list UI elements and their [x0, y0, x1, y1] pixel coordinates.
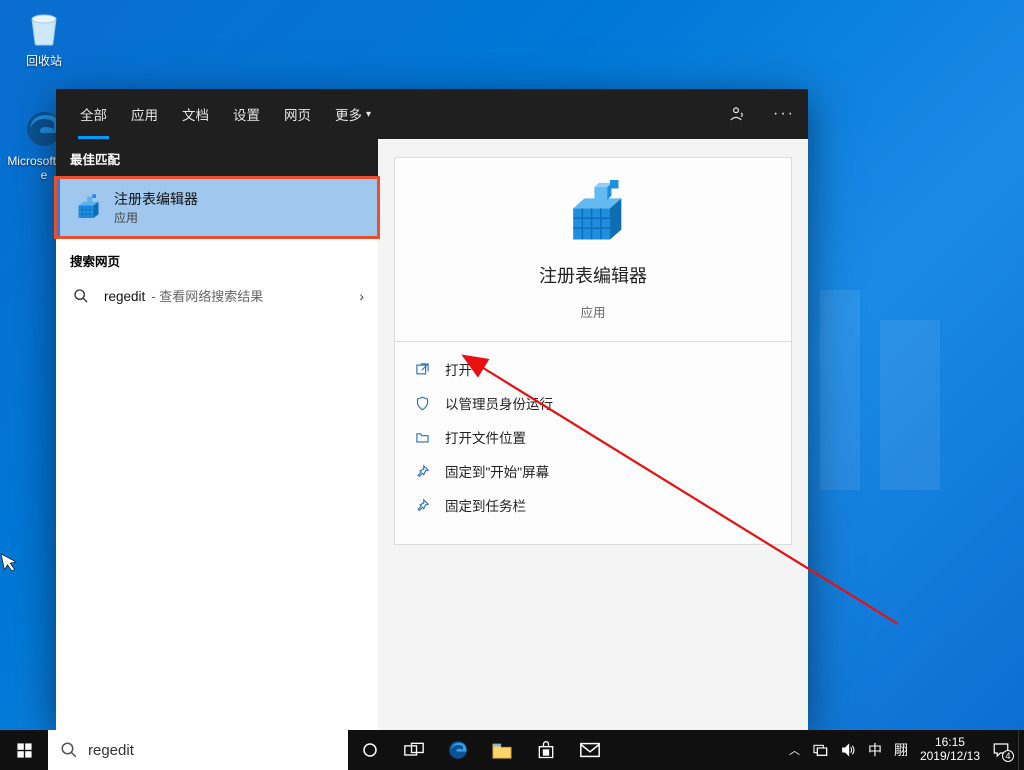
best-match-label: 最佳匹配: [56, 139, 378, 178]
search-web-label: 搜索网页: [56, 237, 378, 278]
cortana-button[interactable]: [348, 730, 392, 770]
mouse-cursor-icon: [0, 549, 22, 574]
search-icon: [70, 288, 92, 304]
pin-icon: [413, 498, 431, 513]
clock-time: 16:15: [935, 736, 965, 750]
feedback-icon[interactable]: [712, 89, 760, 139]
more-options-icon[interactable]: ···: [760, 89, 808, 139]
best-match-subtitle: 应用: [114, 209, 198, 226]
best-match-item[interactable]: 注册表编辑器 应用: [56, 178, 378, 237]
web-search-term: regedit: [104, 289, 145, 304]
tray-overflow-icon[interactable]: ︿: [789, 742, 800, 758]
regedit-icon-large: [559, 180, 627, 248]
annotation-highlight-box: [54, 176, 380, 239]
web-search-item[interactable]: regedit - 查看网络搜索结果 ›: [56, 278, 378, 313]
ime-language[interactable]: 中: [868, 740, 882, 760]
notification-badge: 4: [1002, 750, 1014, 762]
action-pin-taskbar[interactable]: 固定到任务栏: [413, 488, 773, 522]
web-search-suffix: - 查看网络搜索结果: [151, 286, 263, 305]
tab-settings[interactable]: 设置: [221, 89, 272, 139]
open-icon: [413, 362, 431, 377]
ime-mode[interactable]: 翢: [894, 740, 908, 760]
chevron-right-icon: ›: [359, 288, 364, 304]
tab-docs[interactable]: 文档: [170, 89, 221, 139]
tab-web[interactable]: 网页: [272, 89, 323, 139]
desktop-icon-recycle-bin[interactable]: 回收站: [6, 6, 82, 69]
tab-apps[interactable]: 应用: [119, 89, 170, 139]
search-icon: [60, 741, 78, 759]
network-icon[interactable]: [812, 743, 828, 757]
preview-subtitle: 应用: [580, 302, 605, 321]
action-center-icon[interactable]: 4: [992, 741, 1010, 759]
show-desktop-button[interactable]: [1018, 730, 1024, 770]
recycle-bin-icon: [23, 6, 65, 48]
taskbar: ︿ 中 翢 16:15 2019/12/13 4: [0, 730, 1024, 770]
preview-card: 注册表编辑器 应用: [394, 157, 792, 342]
action-open-location[interactable]: 打开文件位置: [413, 420, 773, 454]
taskbar-search-input[interactable]: [88, 742, 336, 759]
taskbar-app-edge[interactable]: [436, 730, 480, 770]
taskbar-app-store[interactable]: [524, 730, 568, 770]
action-pin-start[interactable]: 固定到"开始"屏幕: [413, 454, 773, 488]
task-view-button[interactable]: [392, 730, 436, 770]
system-tray: ︿ 中 翢 16:15 2019/12/13 4: [781, 730, 1018, 770]
search-preview-pane: 注册表编辑器 应用 打开 以管理员身份运行 打开文件位置 固定: [378, 139, 808, 730]
desktop-icon-label: 回收站: [26, 52, 62, 69]
start-button[interactable]: [0, 730, 48, 770]
search-results-left: 最佳匹配: [56, 139, 378, 730]
search-panel: 全部 应用 文档 设置 网页 更多▾ ··· 最佳匹配: [56, 89, 808, 730]
volume-icon[interactable]: [840, 742, 856, 758]
regedit-icon: [70, 192, 102, 224]
chevron-down-icon: ▾: [366, 109, 371, 120]
search-panel-header: 全部 应用 文档 设置 网页 更多▾ ···: [56, 89, 808, 139]
preview-title: 注册表编辑器: [539, 262, 647, 288]
taskbar-app-mail[interactable]: [568, 730, 612, 770]
tab-more[interactable]: 更多▾: [323, 89, 383, 139]
taskbar-app-explorer[interactable]: [480, 730, 524, 770]
tab-all[interactable]: 全部: [68, 89, 119, 139]
action-run-as-admin[interactable]: 以管理员身份运行: [413, 386, 773, 420]
best-match-title: 注册表编辑器: [114, 189, 198, 209]
folder-icon: [413, 430, 431, 445]
clock-date: 2019/12/13: [920, 750, 980, 764]
shield-icon: [413, 396, 431, 411]
taskbar-search-box[interactable]: [48, 730, 348, 770]
pin-icon: [413, 464, 431, 479]
action-open[interactable]: 打开: [413, 352, 773, 386]
taskbar-clock[interactable]: 16:15 2019/12/13: [920, 736, 980, 764]
